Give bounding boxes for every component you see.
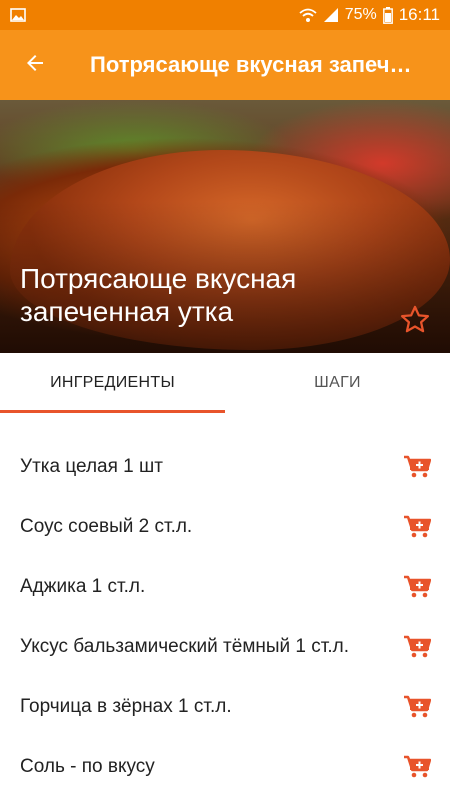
list-item: Уксус бальзамический тёмный 1 ст.л. — [0, 617, 450, 677]
signal-icon — [323, 7, 339, 23]
recipe-title: Потрясающе вкусная запеченная утка — [20, 263, 297, 327]
add-to-cart-button[interactable] — [402, 692, 432, 722]
ingredient-text: Утка целая 1 шт — [20, 456, 163, 477]
battery-icon — [382, 6, 393, 24]
favorite-button[interactable] — [398, 303, 432, 337]
ingredient-text: Уксус бальзамический тёмный 1 ст.л. — [20, 636, 350, 657]
page-title: Потрясающе вкусная запеч… — [90, 52, 412, 77]
tab-steps[interactable]: ШАГИ — [225, 353, 450, 413]
cart-plus-icon — [404, 695, 431, 718]
status-bar: 75% 16:11 — [0, 0, 450, 30]
cart-plus-icon — [404, 575, 431, 598]
ingredient-text: Аджика 1 ст.л. — [20, 576, 146, 597]
add-to-cart-button[interactable] — [402, 752, 432, 782]
recipe-tabs: ИНГРЕДИЕНТЫ ШАГИ — [0, 353, 450, 413]
list-item: Горчица в зёрнах 1 ст.л. — [0, 677, 450, 737]
cart-plus-icon — [404, 515, 431, 538]
clock: 16:11 — [398, 5, 440, 24]
cart-plus-icon — [404, 755, 431, 778]
add-to-cart-button[interactable] — [402, 632, 432, 662]
ingredient-text: Горчица в зёрнах 1 ст.л. — [20, 696, 232, 717]
ingredients-list: Утка целая 1 шт Соус соевый 2 ст.л. Аджи… — [0, 437, 450, 797]
app-bar: Потрясающе вкусная запеч… — [0, 30, 450, 100]
battery-percent: 75% — [344, 6, 377, 23]
tab-ingredients[interactable]: ИНГРЕДИЕНТЫ — [0, 353, 225, 413]
list-item: Соль - по вкусу — [0, 737, 450, 797]
cart-plus-icon — [404, 635, 431, 658]
cart-plus-icon — [404, 455, 431, 478]
arrow-left-icon — [23, 51, 47, 80]
wifi-icon — [299, 7, 317, 23]
ingredient-text: Соус соевый 2 ст.л. — [20, 516, 193, 537]
star-outline-icon — [398, 305, 432, 341]
add-to-cart-button[interactable] — [402, 572, 432, 602]
list-item: Утка целая 1 шт — [0, 437, 450, 497]
gallery-notification-icon — [10, 8, 26, 22]
ingredient-text: Соль - по вкусу — [20, 756, 155, 777]
list-item: Аджика 1 ст.л. — [0, 557, 450, 617]
list-item: Соус соевый 2 ст.л. — [0, 497, 450, 557]
back-button[interactable] — [0, 30, 70, 100]
add-to-cart-button[interactable] — [402, 452, 432, 482]
add-to-cart-button[interactable] — [402, 512, 432, 542]
